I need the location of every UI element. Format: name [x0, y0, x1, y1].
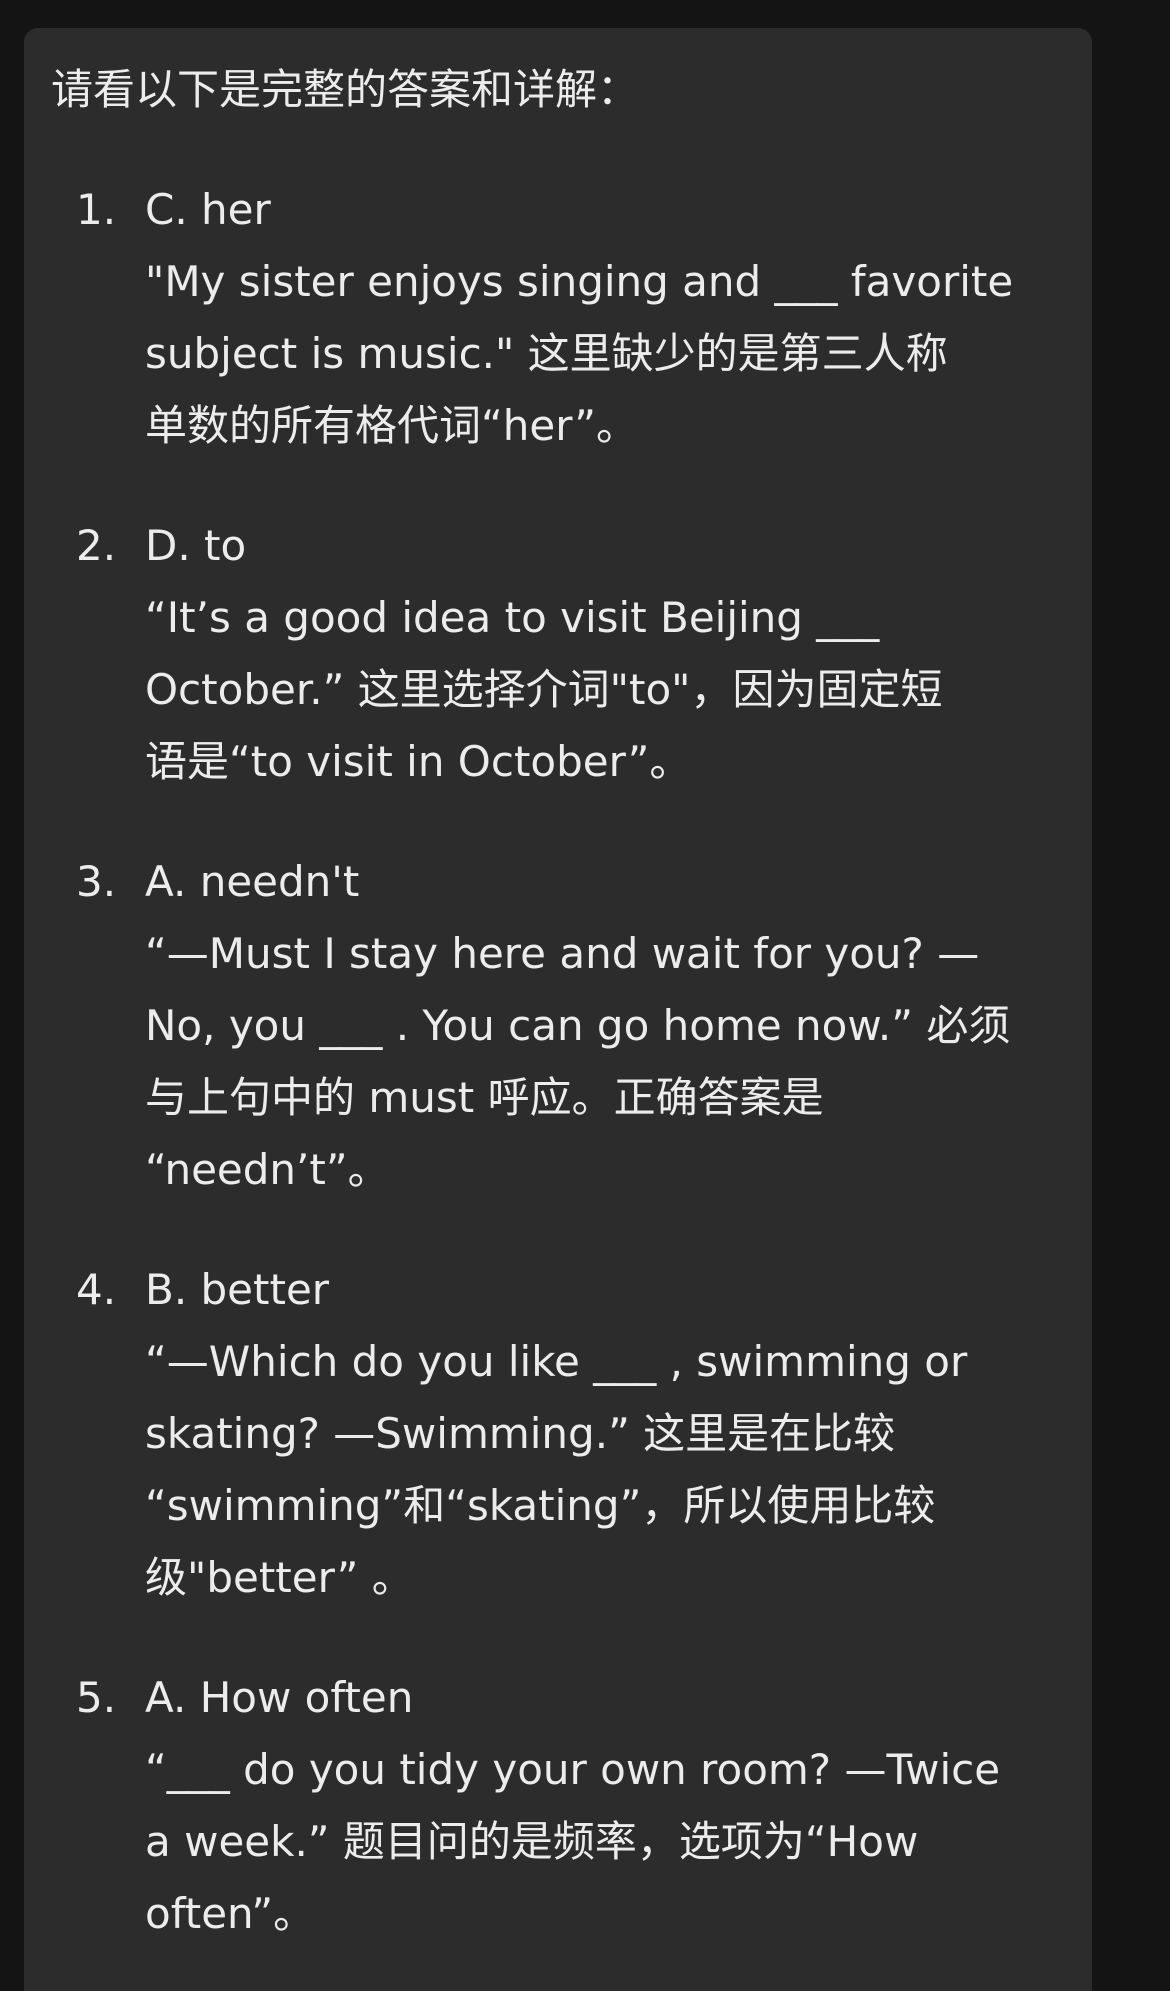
- item-number: 5.: [76, 1673, 117, 1722]
- answer-choice: D. to: [145, 521, 247, 570]
- answer-choice: A. How often: [145, 1673, 414, 1722]
- explanation-line: 级"better” 。: [145, 1553, 414, 1602]
- item-number: 3.: [76, 857, 117, 906]
- explanation-line: “—Must I stay here and wait for you? —: [145, 929, 980, 978]
- explanation-line: subject is music." 这里缺少的是第三人称: [145, 329, 948, 378]
- explanation-line: “___ do you tidy your own room? —Twice: [145, 1745, 1001, 1794]
- explanation-line: No, you ___ . You can go home now.” 必须: [145, 1001, 1011, 1050]
- explanation-line: “needn’t”。: [145, 1145, 390, 1194]
- item-content: B. better “—Which do you like ___ , swim…: [145, 1254, 1045, 1614]
- item-content: A. needn't “—Must I stay here and wait f…: [145, 846, 1045, 1206]
- explanation-line: “—Which do you like ___ , swimming or: [145, 1337, 968, 1386]
- explanation-line: 单数的所有格代词“her”。: [145, 401, 639, 450]
- explanation-line: skating? —Swimming.” 这里是在比较: [145, 1409, 896, 1458]
- explanation-line: 语是“to visit in October”。: [145, 737, 692, 786]
- item-content: D. to “It’s a good idea to visit Beijing…: [145, 510, 1045, 798]
- item-number: 1.: [76, 185, 117, 234]
- answer-choice: B. better: [145, 1265, 330, 1314]
- intro-text: 请看以下是完整的答案和详解：: [51, 65, 640, 114]
- item-content: C. her "My sister enjoys singing and ___…: [145, 174, 1045, 462]
- explanation-line: "My sister enjoys singing and ___ favori…: [145, 257, 1014, 306]
- answer-choice: C. her: [145, 185, 271, 234]
- explanation-line: a week.” 题目问的是频率，选项为“How: [145, 1817, 919, 1866]
- answer-choice: A. needn't: [145, 857, 360, 906]
- explanation-line: October.” 这里选择介词"to"，因为固定短: [145, 665, 943, 714]
- explanation-line: “swimming”和“skating”，所以使用比较: [145, 1481, 936, 1530]
- item-content: A. How often “___ do you tidy your own r…: [145, 1662, 1045, 1950]
- explanation-line: often”。: [145, 1889, 316, 1938]
- explanation-line: “It’s a good idea to visit Beijing ___: [145, 593, 880, 642]
- explanation-line: 与上句中的 must 呼应。正确答案是: [145, 1073, 824, 1122]
- item-number: 4.: [76, 1265, 117, 1314]
- item-number: 2.: [76, 521, 117, 570]
